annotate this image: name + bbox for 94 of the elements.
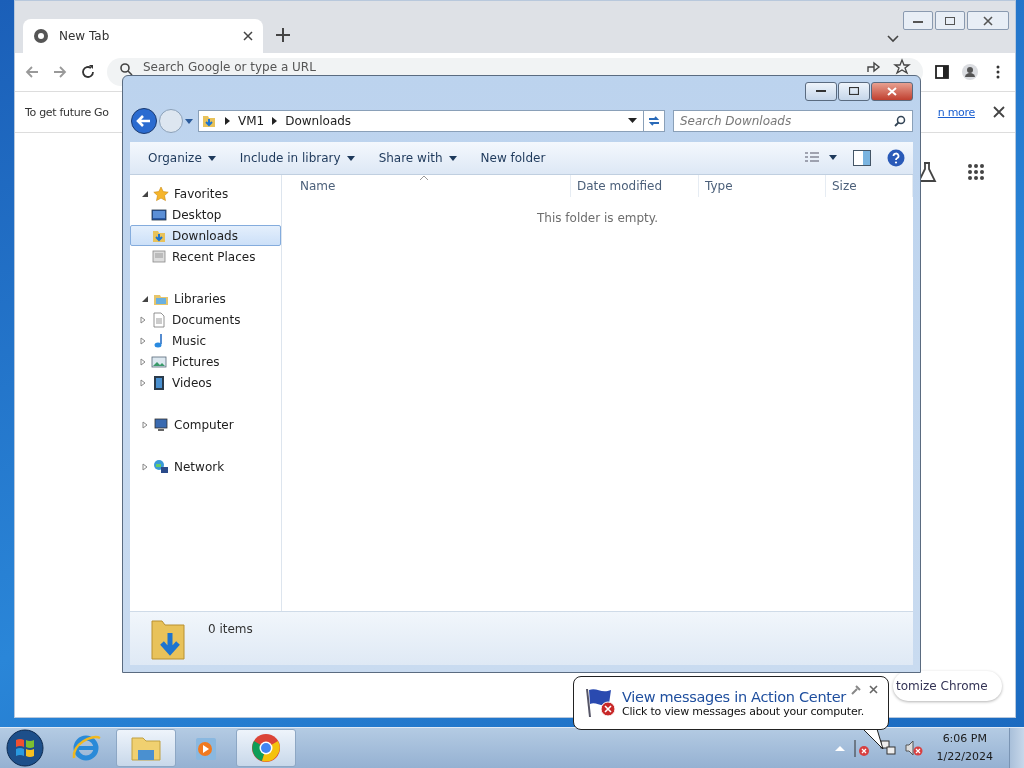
notification-title[interactable]: View messages in Action Center xyxy=(622,688,865,705)
close-icon[interactable] xyxy=(869,685,878,694)
breadcrumb-item[interactable]: VM1 xyxy=(238,114,265,128)
dropdown-arrow-icon[interactable] xyxy=(628,118,637,124)
learn-more-link[interactable]: n more xyxy=(937,105,975,119)
search-field[interactable]: Search Downloads xyxy=(673,110,913,132)
collapsed-arrow-icon[interactable] xyxy=(139,378,147,387)
nav-item[interactable]: Favorites xyxy=(130,183,281,204)
toolbar-button[interactable]: Share with xyxy=(368,148,467,168)
muted-speaker-icon[interactable] xyxy=(904,739,923,757)
chrome-logo-icon xyxy=(250,732,282,764)
chrome-logo-icon xyxy=(33,28,49,44)
caret-icon xyxy=(346,155,355,161)
nav-item[interactable]: Music xyxy=(130,330,281,351)
nav-item[interactable]: Pictures xyxy=(130,351,281,372)
computer-icon xyxy=(153,416,169,433)
toolbar-button[interactable]: Include in library xyxy=(229,148,365,168)
column-header[interactable]: Name xyxy=(282,175,571,197)
profile-icon[interactable] xyxy=(961,63,979,81)
column-header[interactable]: Date modified xyxy=(571,175,699,197)
notification-balloon[interactable]: View messages in Action Center Click to view messages about your computer. xyxy=(573,676,889,730)
close-icon xyxy=(887,86,897,96)
nav-item[interactable]: Desktop xyxy=(130,204,281,225)
recent-places-icon xyxy=(151,248,167,265)
breadcrumb-arrow-icon[interactable] xyxy=(225,117,230,125)
customize-chrome-button[interactable]: tomize Chrome xyxy=(893,671,1002,701)
minimize-icon xyxy=(816,89,826,93)
collapsed-arrow-icon[interactable] xyxy=(139,357,147,366)
apps-grid-icon[interactable] xyxy=(967,163,985,181)
info-bar-text: To get future Go xyxy=(25,105,109,119)
collapsed-arrow-icon[interactable] xyxy=(139,336,147,345)
nav-item[interactable]: Videos xyxy=(130,372,281,393)
caret-icon xyxy=(207,155,216,161)
network-icon[interactable] xyxy=(878,739,897,757)
flag-error-icon[interactable] xyxy=(852,739,871,757)
collapsed-arrow-icon[interactable] xyxy=(139,315,147,324)
collapsed-arrow-icon[interactable] xyxy=(141,420,149,429)
document-icon xyxy=(151,311,167,328)
expanded-arrow-icon[interactable] xyxy=(141,189,149,198)
maximize-icon xyxy=(849,87,859,95)
desktop-icon xyxy=(151,206,167,223)
minimize-button[interactable] xyxy=(805,81,837,101)
maximize-button[interactable] xyxy=(838,81,870,101)
close-button[interactable] xyxy=(871,81,913,101)
expanded-arrow-icon[interactable] xyxy=(141,294,149,303)
nav-item[interactable]: Downloads xyxy=(130,225,281,246)
collapsed-arrow-icon[interactable] xyxy=(141,462,149,471)
toolbar-button[interactable]: New folder xyxy=(470,148,556,168)
toolbar-button[interactable]: Organize xyxy=(138,148,226,168)
sort-caret-icon xyxy=(420,175,428,180)
nav-item[interactable]: Documents xyxy=(130,309,281,330)
reload-icon[interactable] xyxy=(79,63,97,81)
browser-tab[interactable]: New Tab xyxy=(23,19,263,53)
empty-folder-message: This folder is empty. xyxy=(536,211,659,225)
download-folder-icon xyxy=(201,113,217,129)
search-icon xyxy=(894,115,906,127)
refresh-button[interactable] xyxy=(643,110,665,132)
close-button[interactable] xyxy=(967,11,1009,30)
clock[interactable]: 6:06 PM 1/22/2024 xyxy=(936,730,993,766)
item-count: 0 items xyxy=(208,622,253,636)
taskbar-button[interactable] xyxy=(116,729,176,767)
refresh-icon xyxy=(647,115,661,127)
star-outline-icon[interactable] xyxy=(893,58,911,76)
chevron-down-icon[interactable] xyxy=(887,35,899,43)
maximize-button[interactable] xyxy=(935,11,965,30)
nav-item[interactable]: Recent Places xyxy=(130,246,281,267)
maximize-icon xyxy=(945,16,955,25)
breadcrumb-item[interactable]: Downloads xyxy=(285,114,352,128)
column-header[interactable]: Type xyxy=(699,175,826,197)
network-icon xyxy=(153,458,169,475)
help-icon[interactable] xyxy=(887,149,905,167)
film-icon xyxy=(151,374,167,391)
flag-error-icon xyxy=(584,687,618,719)
nav-item[interactable]: Network xyxy=(130,456,281,477)
minimize-button[interactable] xyxy=(903,11,933,30)
breadcrumb-arrow-icon[interactable] xyxy=(272,117,278,125)
star-icon xyxy=(153,185,169,202)
side-panel-icon[interactable] xyxy=(933,63,951,81)
start-button-icon[interactable] xyxy=(6,729,44,767)
preview-pane-icon[interactable] xyxy=(853,150,871,166)
view-options-icon[interactable] xyxy=(805,152,837,164)
search-icon xyxy=(119,62,133,76)
close-icon[interactable] xyxy=(243,31,253,41)
column-header[interactable]: Size xyxy=(826,175,913,197)
caret-icon xyxy=(448,155,457,161)
nav-item[interactable]: Computer xyxy=(130,414,281,435)
close-icon xyxy=(983,15,993,26)
wrench-icon[interactable] xyxy=(851,685,861,695)
taskbar-button[interactable] xyxy=(236,729,296,767)
close-icon[interactable] xyxy=(993,106,1005,118)
notification-text: Click to view messages about your computer. xyxy=(622,704,865,718)
address-bar[interactable]: VM1 Downloads xyxy=(198,110,644,132)
nav-item[interactable]: Libraries xyxy=(130,288,281,309)
picture-icon xyxy=(151,353,167,370)
